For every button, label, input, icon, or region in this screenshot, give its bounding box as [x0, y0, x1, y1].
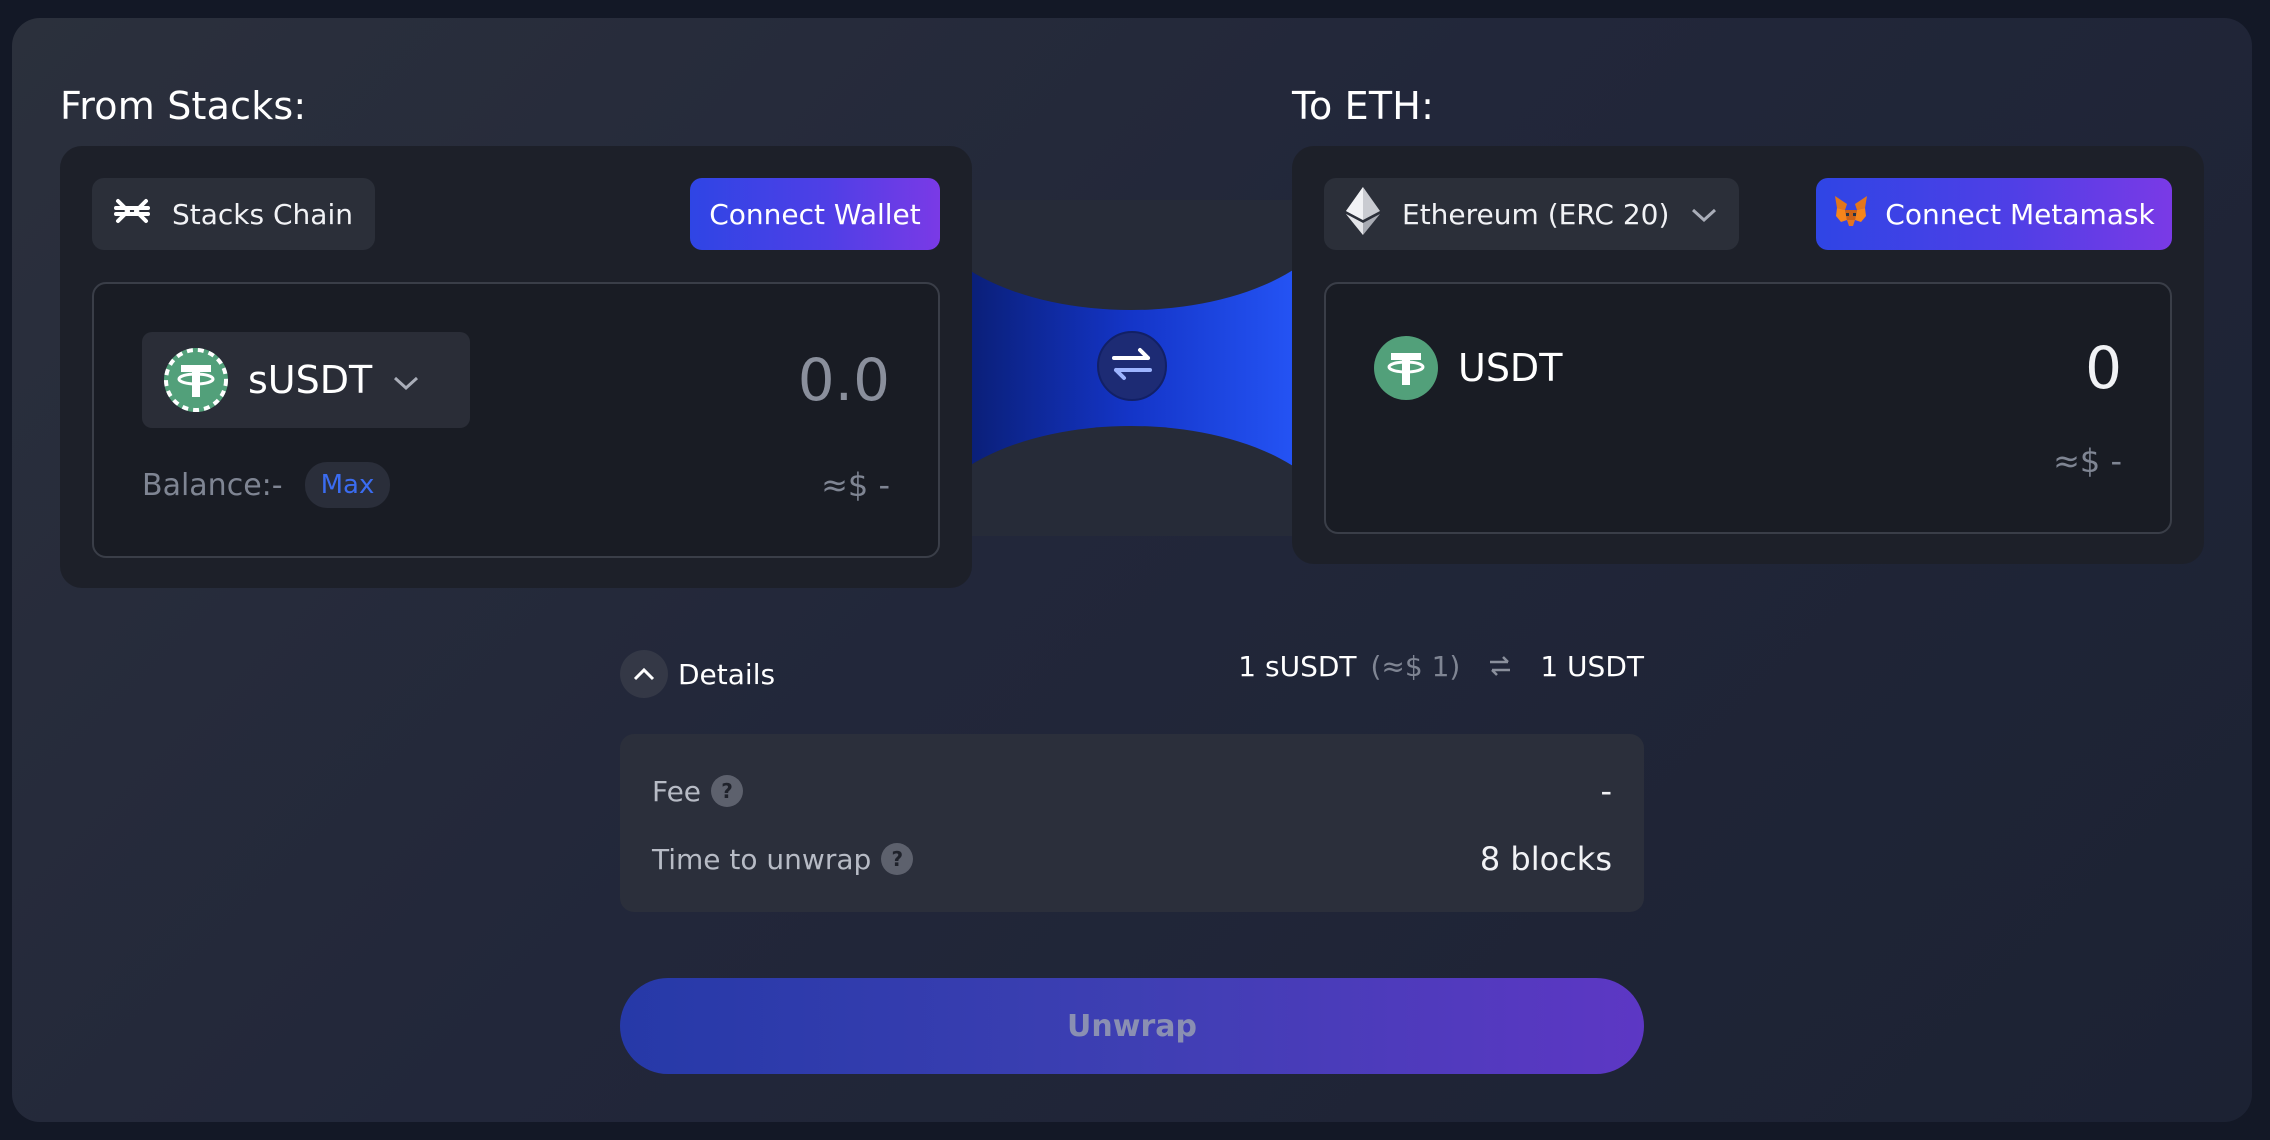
stacks-icon	[114, 193, 150, 236]
to-chain-selector[interactable]: Ethereum (ERC 20)	[1324, 178, 1740, 250]
rate-swap-icon	[1488, 650, 1512, 683]
from-usd-value: ≈$ -	[821, 466, 890, 504]
tether-icon	[1374, 336, 1438, 400]
to-amount-value: 0	[2085, 334, 2122, 402]
from-card: Stacks Chain Connect Wallet sUSDT 0.0 Ba…	[60, 146, 972, 588]
metamask-icon	[1833, 194, 1869, 235]
fee-row: Fee ? -	[652, 772, 1612, 810]
details-toggle[interactable]: Details	[620, 650, 775, 698]
chevron-down-icon	[1691, 198, 1717, 231]
fee-label: Fee	[652, 774, 702, 808]
chevron-down-icon	[392, 358, 420, 402]
ethereum-icon	[1346, 186, 1380, 242]
time-value: 8 blocks	[1479, 840, 1612, 878]
time-label: Time to unwrap	[652, 842, 872, 876]
to-amount-box: USDT 0 ≈$ -	[1324, 282, 2172, 534]
to-title: To ETH:	[1292, 84, 1435, 128]
swap-direction-button[interactable]	[1097, 331, 1167, 401]
balance-label: Balance:-	[142, 467, 283, 503]
help-icon[interactable]: ?	[881, 843, 914, 875]
details-box: Fee ? - Time to unwrap ? 8 blocks	[620, 734, 1644, 912]
connect-metamask-button[interactable]: Connect Metamask	[1816, 178, 2172, 250]
max-button[interactable]: Max	[304, 462, 391, 508]
tether-icon	[164, 348, 228, 412]
rate-to: 1 USDT	[1540, 650, 1644, 683]
to-card: Ethereum (ERC 20) Connect Metamask USDT …	[1292, 146, 2204, 564]
help-icon[interactable]: ?	[711, 775, 744, 807]
connect-metamask-label: Connect Metamask	[1885, 197, 2155, 231]
from-token-selector[interactable]: sUSDT	[142, 332, 470, 428]
details-label: Details	[678, 657, 776, 691]
rate-from: 1 sUSDT	[1238, 650, 1357, 683]
swap-arrows-icon	[1110, 347, 1154, 385]
fee-value: -	[1600, 772, 1612, 810]
exchange-rate: 1 sUSDT (≈$ 1) 1 USDT	[1238, 650, 1644, 683]
from-title: From Stacks:	[60, 84, 307, 128]
from-chain-selector[interactable]: Stacks Chain	[92, 178, 375, 250]
time-row: Time to unwrap ? 8 blocks	[652, 840, 1612, 878]
unwrap-button[interactable]: Unwrap	[620, 978, 1644, 1074]
to-usd-value: ≈$ -	[2053, 442, 2122, 480]
connect-wallet-button[interactable]: Connect Wallet	[690, 178, 940, 250]
from-chain-label: Stacks Chain	[172, 197, 353, 231]
to-chain-label: Ethereum (ERC 20)	[1402, 197, 1670, 231]
to-token-label: USDT	[1458, 346, 1563, 390]
from-amount-box: sUSDT 0.0 Balance:- Max ≈$ -	[92, 282, 940, 558]
from-token-label: sUSDT	[248, 358, 373, 402]
from-amount-input[interactable]: 0.0	[798, 346, 890, 414]
rate-from-usd: (≈$ 1)	[1370, 650, 1461, 683]
chevron-up-icon	[620, 650, 668, 698]
